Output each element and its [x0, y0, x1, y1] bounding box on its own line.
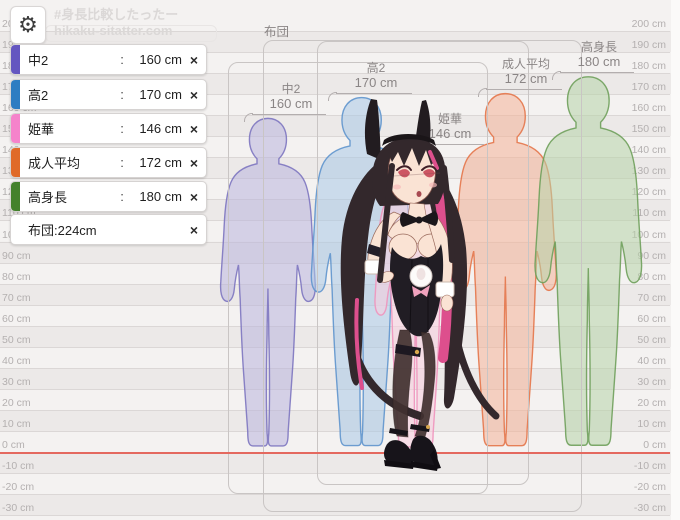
- hair-wisp: [451, 326, 500, 420]
- item-height-value: 146 cm: [139, 121, 182, 136]
- character-part: [426, 425, 430, 429]
- ruler-label-left: 40 cm: [2, 354, 31, 367]
- figure-label-name: 高2: [366, 61, 386, 76]
- item-color-bar: [11, 182, 20, 211]
- ruler-label-left: 10 cm: [2, 417, 31, 430]
- site-watermark: #身長比較したったー hikaku-sitatter.com: [54, 7, 178, 39]
- right-gutter: [671, 0, 680, 520]
- remove-item-button[interactable]: ×: [182, 52, 206, 68]
- figure-label-height: 170 cm: [354, 75, 398, 91]
- character-part: [415, 216, 423, 224]
- item-height-value: 170 cm: [139, 87, 182, 102]
- item-height-value: 160 cm: [139, 52, 182, 67]
- item-name: 姫華: [28, 122, 55, 137]
- ruler-label-left: 80 cm: [2, 270, 31, 283]
- item-color-bar-empty: [11, 215, 20, 244]
- figure-label-成人平均: 成人平均 172 cm: [478, 57, 562, 97]
- list-item-成人平均[interactable]: 成人平均:172 cm ×: [10, 147, 207, 178]
- ruler-label-right: 200 cm: [631, 18, 666, 30]
- ruler-label-right: -20 cm: [633, 481, 666, 494]
- ruler-label-left: -10 cm: [2, 460, 35, 473]
- ruler-label-left: 20 cm: [2, 396, 31, 409]
- character-part: [440, 294, 454, 312]
- item-name: 成人平均: [28, 156, 81, 171]
- remove-item-button[interactable]: ×: [182, 189, 206, 205]
- ruler-label-right: -10 cm: [633, 460, 666, 473]
- ruler-label-right: 190 cm: [631, 39, 666, 52]
- figure-label-height: 172 cm: [504, 71, 548, 87]
- remove-item-button[interactable]: ×: [182, 121, 206, 137]
- figure-label-name: 高身長: [580, 40, 617, 55]
- gear-icon: ⚙: [18, 12, 38, 37]
- ruler-gridline: [0, 515, 670, 517]
- list-item-姫華[interactable]: 姫華:146 cm ×: [10, 113, 207, 144]
- item-name: 中2: [28, 53, 49, 68]
- character-part: [414, 349, 420, 355]
- figure-label-高身長: 高身長 180 cm: [552, 40, 634, 80]
- figure-label-height: 180 cm: [577, 54, 621, 70]
- item-color-bar: [11, 148, 20, 177]
- list-item-布団[interactable]: 布団:224cm ×: [10, 214, 207, 245]
- item-color-bar: [11, 114, 20, 143]
- character-image[interactable]: [325, 90, 505, 480]
- ruler-label-left: -30 cm: [2, 502, 35, 515]
- ruler-label-left: -20 cm: [2, 481, 35, 494]
- item-height-value: 172 cm: [139, 155, 182, 170]
- figure-label-中2: 中2 160 cm: [244, 82, 326, 122]
- remove-item-button[interactable]: ×: [182, 222, 206, 238]
- remove-item-button[interactable]: ×: [182, 87, 206, 103]
- item-separator: :: [120, 87, 124, 102]
- character-part: [393, 184, 401, 190]
- item-color-bar: [11, 80, 20, 109]
- height-comparison-app: 200 cm200 cm190 cm190 cm180 cm180 cm170 …: [0, 0, 680, 520]
- ruler-label-left: 0 cm: [2, 439, 25, 451]
- ruler-label-left: 50 cm: [2, 333, 31, 346]
- item-height-value: 180 cm: [139, 189, 182, 204]
- ruler-label-left: 30 cm: [2, 375, 31, 388]
- character-part: [416, 191, 422, 197]
- settings-button[interactable]: ⚙: [10, 6, 46, 44]
- futon-object-label: 布団: [264, 25, 290, 39]
- item-name: 布団:224cm: [28, 223, 97, 238]
- item-separator: :: [120, 189, 124, 204]
- wrist-cuff-right: [435, 281, 455, 298]
- character-part: [416, 268, 426, 280]
- watermark-title: #身長比較したったー: [54, 7, 179, 22]
- item-name: 高2: [28, 88, 49, 103]
- bunny-ear-left-icon: [364, 99, 381, 160]
- figure-label-name: 成人平均: [501, 57, 550, 72]
- ruler-label-left: 70 cm: [2, 291, 31, 304]
- ruler-label-left: 60 cm: [2, 312, 31, 325]
- list-item-高身長[interactable]: 高身長:180 cm ×: [10, 181, 207, 212]
- watermark-url: hikaku-sitatter.com: [54, 23, 173, 38]
- item-separator: :: [120, 155, 124, 170]
- character-part: [429, 182, 437, 188]
- remove-item-button[interactable]: ×: [182, 155, 206, 171]
- item-name: 高身長: [28, 190, 68, 205]
- list-item-高2[interactable]: 高2:170 cm ×: [10, 79, 207, 110]
- item-color-bar: [11, 45, 20, 74]
- item-separator: :: [120, 121, 124, 136]
- item-separator: :: [120, 52, 124, 67]
- ruler-label-left: 90 cm: [2, 249, 31, 262]
- list-item-中2[interactable]: 中2:160 cm ×: [10, 44, 207, 75]
- figure-label-height: 160 cm: [269, 96, 313, 112]
- ruler-label-right: -30 cm: [633, 502, 666, 515]
- ruler-label-right: 180 cm: [631, 60, 666, 73]
- figure-label-name: 中2: [281, 82, 301, 97]
